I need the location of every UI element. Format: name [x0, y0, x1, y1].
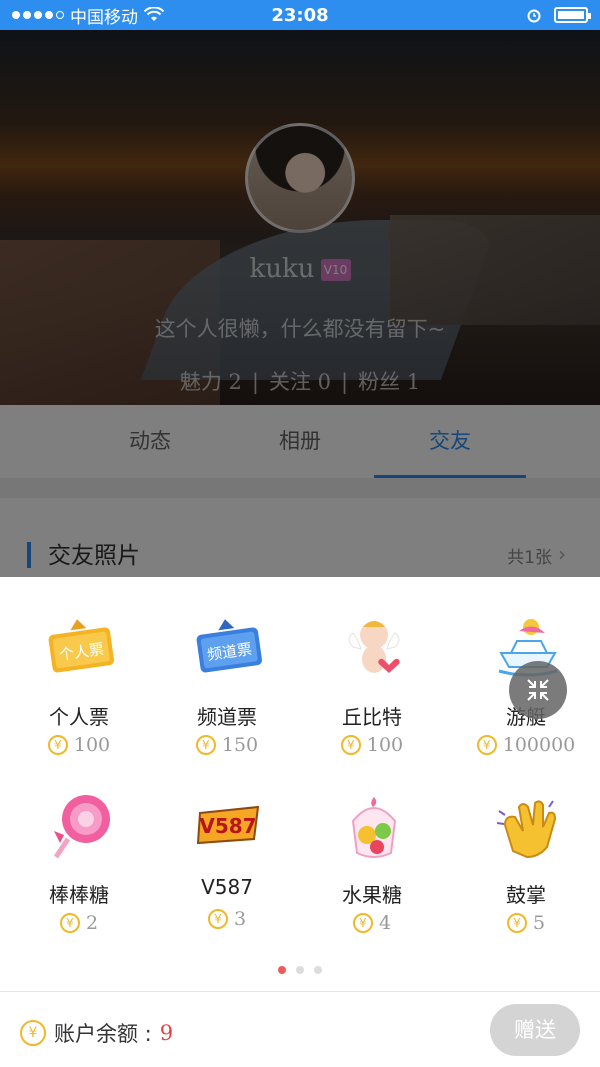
v587-icon: V587	[196, 805, 260, 845]
gift-price: ¥100	[4, 734, 154, 756]
gift-item[interactable]: 鼓掌 ¥5	[451, 755, 600, 934]
page-dot	[296, 966, 304, 974]
gift-item[interactable]: 水果糖 ¥4	[297, 755, 447, 934]
collapse-button[interactable]	[509, 661, 567, 719]
gift-name: 鼓掌	[506, 883, 546, 907]
coin-icon: ¥	[340, 735, 361, 755]
gift-name: 棒棒糖	[49, 883, 109, 907]
gift-item[interactable]: 频道票 频道票 ¥150	[152, 577, 302, 756]
gift-sheet: 个人票 个人票 ¥100 频道票 频道票 ¥150 丘比特 ¥ 100 游艇 ¥…	[0, 577, 600, 1067]
clap-icon	[496, 800, 557, 859]
gift-name: 个人票	[49, 705, 109, 729]
coin-icon: ¥	[47, 735, 68, 755]
send-button[interactable]: 赠送	[490, 1004, 580, 1056]
balance-value: 9	[159, 1021, 174, 1045]
gift-item[interactable]: 个人票 个人票 ¥100	[4, 577, 154, 756]
ticket-personal-icon: 个人票	[48, 619, 114, 673]
account-balance: ¥ 账户余额 : 9	[20, 1018, 173, 1048]
gift-price: ¥100	[297, 734, 447, 756]
gift-price: ¥5	[451, 912, 600, 934]
collapse-icon	[527, 679, 549, 701]
gift-item[interactable]: 丘比特 ¥100	[297, 577, 447, 756]
gift-name: 水果糖	[342, 883, 402, 907]
coin-icon: ¥	[59, 913, 80, 933]
gift-name: 丘比特	[342, 705, 402, 729]
page-dot	[314, 966, 322, 974]
page-dot-active	[278, 966, 286, 974]
coin-icon: ¥	[20, 1020, 46, 1046]
gift-name: V587	[201, 875, 253, 899]
gift-price: ¥2	[4, 912, 154, 934]
gift-footer: ¥ 账户余额 : 9 赠送	[0, 991, 600, 1067]
ticket-channel-icon: 频道票	[196, 619, 262, 673]
coin-icon: ¥	[352, 913, 373, 933]
balance-label: 账户余额 :	[54, 1022, 152, 1046]
fruit-candy-icon	[351, 797, 397, 858]
gift-name: 频道票	[197, 705, 257, 729]
battery-icon	[554, 7, 591, 23]
coin-icon: ¥	[207, 909, 228, 929]
clock: 23:08	[271, 4, 329, 26]
gift-price: ¥4	[297, 912, 447, 934]
page-indicator[interactable]	[0, 966, 600, 974]
status-bar: 中国移动 23:08	[0, 0, 600, 30]
coin-icon: ¥	[476, 735, 497, 755]
modal-overlay[interactable]	[0, 0, 600, 577]
gift-price: ¥3	[152, 908, 302, 930]
coin-icon: ¥	[195, 735, 216, 755]
gift-price: ¥150	[152, 734, 302, 756]
v587-text: V587	[199, 814, 256, 838]
coin-icon: ¥	[506, 913, 527, 933]
lollipop-icon	[53, 795, 110, 859]
cupid-icon	[348, 621, 400, 673]
gift-price: ¥100000	[451, 734, 600, 756]
gift-item[interactable]: V587 V587 ¥3	[152, 755, 302, 930]
gift-item[interactable]: 棒棒糖 ¥2	[4, 755, 154, 934]
